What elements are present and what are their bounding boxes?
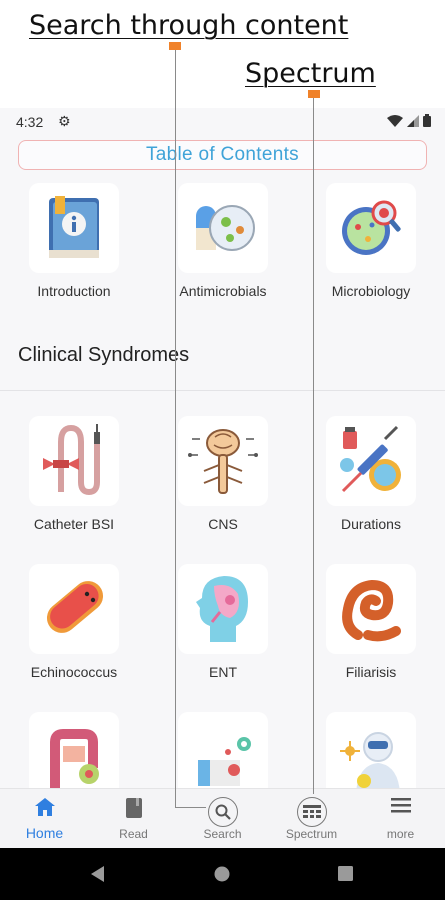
- tile-introduction[interactable]: Introduction: [14, 183, 134, 299]
- tile-microbiology[interactable]: Microbiology: [311, 183, 431, 299]
- menu-icon: [390, 797, 411, 818]
- nav-label: Search: [203, 827, 242, 841]
- system-navigation-bar: [0, 848, 445, 900]
- tile-durations[interactable]: Durations: [311, 416, 431, 532]
- protective-suit-icon: [340, 732, 400, 793]
- nav-label: Read: [119, 827, 148, 841]
- status-time: 4:32: [16, 114, 44, 130]
- worm-cyst-icon: [46, 581, 104, 633]
- search-callout-line: [175, 50, 176, 808]
- spectrum-callout-line: [313, 98, 314, 794]
- tile-label: CNS: [208, 516, 238, 532]
- tile-label: Echinococcus: [30, 664, 118, 680]
- spectrum-icon: [296, 797, 327, 827]
- recents-icon[interactable]: [338, 866, 353, 886]
- lab-cells-icon: [198, 737, 251, 786]
- bottom-navigation: Home Read Search Spectrum more: [0, 788, 445, 849]
- tile-label: Introduction: [37, 283, 111, 299]
- wifi-icon: [387, 114, 403, 127]
- tile-label: Antimicrobials: [179, 283, 267, 299]
- section-heading-clinical-syndromes: Clinical Syndromes: [18, 344, 190, 366]
- nav-more[interactable]: more: [356, 789, 445, 849]
- tile-label: Durations: [341, 516, 401, 532]
- intestine-icon: [50, 729, 99, 792]
- status-bar: 4:32 ⚙: [0, 108, 445, 136]
- nav-search[interactable]: Search: [178, 789, 267, 849]
- petri-dish-icon: [342, 200, 401, 255]
- tile-label: ENT: [209, 664, 237, 680]
- nav-read[interactable]: Read: [89, 789, 178, 849]
- book-icon: [125, 797, 143, 824]
- back-icon[interactable]: [90, 866, 106, 887]
- brain-spine-icon: [188, 429, 258, 494]
- syringe-icon: [340, 425, 401, 493]
- tile-antimicrobials[interactable]: Antimicrobials: [163, 183, 283, 299]
- spectrum-callout-marker: [308, 90, 320, 98]
- tile-cns[interactable]: CNS: [163, 416, 283, 532]
- search-icon: [207, 797, 238, 827]
- tile-label: Microbiology: [331, 283, 411, 299]
- pill-bacteria-icon: [196, 205, 255, 251]
- spectrum-callout-label: Spectrum: [245, 58, 376, 89]
- search-callout-elbow: [175, 807, 206, 808]
- book-info-icon: [49, 196, 99, 258]
- coiled-worm-icon: [342, 579, 401, 642]
- settings-gear-icon: ⚙: [58, 113, 71, 129]
- battery-icon: [423, 114, 431, 127]
- nav-home[interactable]: Home: [0, 789, 89, 849]
- nav-label: more: [386, 827, 415, 841]
- tile-ent[interactable]: ENT: [163, 564, 283, 680]
- nav-spectrum[interactable]: Spectrum: [267, 789, 356, 849]
- tile-label: Filiarisis: [345, 664, 397, 680]
- search-callout-marker: [169, 42, 181, 50]
- home-circle-icon[interactable]: [214, 866, 230, 887]
- tile-label: Catheter BSI: [33, 516, 115, 532]
- section-divider: [0, 390, 445, 391]
- tile-filiarisis[interactable]: Filiarisis: [311, 564, 431, 680]
- app-screen: 4:32 ⚙ Table of Contents Introduction An…: [0, 108, 445, 900]
- tile-echinococcus[interactable]: Echinococcus: [14, 564, 134, 680]
- tile-catheter-bsi[interactable]: Catheter BSI: [14, 416, 134, 532]
- nav-label: Spectrum: [285, 827, 338, 841]
- head-ear-icon: [196, 576, 248, 642]
- search-callout-label: Search through content: [29, 10, 349, 41]
- signal-icon: [407, 114, 419, 127]
- nav-label: Home: [25, 825, 64, 841]
- home-icon: [34, 797, 56, 822]
- catheter-icon: [43, 424, 100, 496]
- table-of-contents-header[interactable]: Table of Contents: [18, 140, 427, 170]
